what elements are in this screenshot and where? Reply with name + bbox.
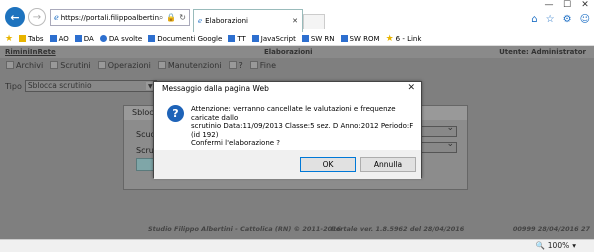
close-window-icon[interactable]: ✕	[576, 0, 594, 10]
favorite-item[interactable]: Documenti Google	[148, 35, 222, 43]
status-bar: 🔍 100% ▾	[0, 239, 594, 252]
star-icon: ★	[385, 33, 394, 44]
dialog-body: ? Attenzione: verranno cancellate le val…	[154, 96, 421, 150]
cancel-button[interactable]: Annulla	[360, 157, 416, 172]
tipo-select[interactable]: Sblocca scrutinio ▼	[24, 80, 157, 92]
browser-tab[interactable]: ℯ Elaborazioni ✕	[193, 9, 303, 32]
back-button[interactable]: ←	[5, 7, 25, 27]
wrench-icon	[157, 61, 166, 69]
minimize-icon[interactable]: —	[540, 0, 558, 10]
message-line: Attenzione: verranno cancellate le valut…	[191, 105, 396, 122]
zoom-control[interactable]: 🔍 100% ▾	[535, 241, 576, 250]
page-icon	[148, 35, 156, 42]
dialog-title: Messaggio dalla pagina Web	[162, 84, 269, 93]
zoom-icon: 🔍	[535, 241, 545, 250]
footer-right: 00999 28/04/2016 27	[512, 225, 590, 233]
maximize-icon[interactable]: ☐	[558, 0, 576, 10]
app-menu: Archivi Scrutini Operazioni Manutenzioni…	[0, 58, 594, 72]
tab-title: Elaborazioni	[205, 17, 248, 25]
ie-logo-icon: ℯ	[198, 17, 203, 25]
message-line: Confermi l'elaborazione ?	[191, 139, 281, 147]
favorites-star-icon[interactable]: ☆	[546, 14, 555, 25]
scrutinio-select[interactable]	[417, 139, 457, 153]
question-icon: ?	[167, 105, 184, 122]
app-name-link[interactable]: RiminiInRete	[5, 48, 56, 56]
browser-titlebar: ← → ℯ https://portali.filippoalbertin...…	[0, 0, 594, 32]
app-header: RiminiInRete Elaborazioni Utente: Admini…	[0, 46, 594, 58]
ok-button[interactable]: OK	[300, 157, 356, 172]
arrow-left-icon: ←	[10, 10, 20, 24]
page-icon	[251, 35, 259, 42]
favorite-item[interactable]: DA	[74, 35, 94, 43]
favorites-bar: ★ Tabs AO DA DA svolte Documenti Google …	[0, 32, 594, 46]
section-title: Elaborazioni	[264, 48, 313, 56]
dialog-buttons: OK Annulla	[154, 150, 421, 179]
favorite-item[interactable]: SW RN	[301, 35, 335, 43]
menu-item-operazioni[interactable]: Operazioni	[97, 61, 151, 70]
zoom-level: 100%	[547, 241, 570, 250]
favorite-item[interactable]: AO	[49, 35, 69, 43]
home-icon[interactable]: ⌂	[531, 14, 537, 25]
lock-icon[interactable]: 🔒	[166, 13, 176, 22]
tipo-label: Tipo	[5, 81, 22, 91]
exit-icon	[249, 61, 258, 69]
gear-icon	[97, 61, 106, 69]
page-icon	[49, 35, 57, 42]
chevron-down-icon: ▾	[572, 241, 576, 250]
forward-button[interactable]: →	[28, 8, 46, 26]
window-controls: — ☐ ✕	[540, 0, 594, 10]
address-url[interactable]: https://portali.filippoalbertin...	[61, 14, 159, 22]
favorite-item[interactable]: TT	[228, 35, 246, 43]
smiley-icon[interactable]: ☺	[580, 14, 590, 25]
favorite-item[interactable]: JavaScript	[251, 35, 296, 43]
help-icon	[228, 61, 237, 69]
menu-item-help[interactable]: ?	[228, 61, 243, 70]
message-line: scrutinio Data:11/09/2013 Classe:5 sez. …	[191, 122, 414, 139]
scuola-select[interactable]	[417, 123, 457, 137]
menu-item-fine[interactable]: Fine	[249, 61, 276, 70]
favorite-item[interactable]: Tabs	[19, 35, 44, 43]
search-icon[interactable]: ⌕	[159, 13, 163, 23]
menu-item-scrutini[interactable]: Scrutini	[50, 61, 91, 70]
footer-credits: Studio Filippo Albertini - Cattolica (RN…	[148, 225, 342, 233]
menu-item-manutenzioni[interactable]: Manutenzioni	[157, 61, 222, 70]
page-icon	[228, 35, 236, 42]
browser-tools: ⌂ ☆ ⚙ ☺	[531, 14, 590, 25]
user-label: Utente: Administrator	[499, 48, 586, 56]
favorite-item[interactable]: SW ROM	[340, 35, 380, 43]
page-icon	[74, 35, 82, 42]
menu-item-archivi[interactable]: Archivi	[6, 61, 43, 70]
favorites-star-icon[interactable]: ★	[5, 34, 13, 44]
grid-icon	[50, 61, 59, 69]
ie-logo-icon: ℯ	[54, 13, 59, 22]
favorite-item[interactable]: DA svolte	[99, 35, 142, 43]
address-bar[interactable]: ℯ https://portali.filippoalbertin... ⌕ 🔒…	[50, 9, 190, 26]
arrow-right-icon: →	[32, 11, 42, 23]
footer-version: Portale ver. 1.8.5962 del 28/04/2016	[331, 225, 465, 233]
page-icon	[340, 35, 348, 42]
favorite-item[interactable]: ★ 6 - Link	[386, 34, 422, 44]
close-tab-icon[interactable]: ✕	[292, 17, 298, 25]
tipo-row: Tipo Sblocca scrutinio ▼	[5, 80, 157, 92]
refresh-icon[interactable]: ↻	[179, 13, 186, 22]
settings-gear-icon[interactable]: ⚙	[563, 14, 572, 25]
page-footer: Studio Filippo Albertini - Cattolica (RN…	[0, 222, 594, 236]
new-tab-button[interactable]	[303, 14, 325, 29]
dialog-message: Attenzione: verranno cancellate le valut…	[191, 105, 417, 148]
folder-icon	[19, 35, 27, 42]
gear-icon	[99, 35, 107, 42]
message-dialog: Messaggio dalla pagina Web ✕ ? Attenzion…	[153, 81, 422, 179]
page-icon	[301, 35, 309, 42]
archive-icon	[6, 61, 14, 69]
close-icon[interactable]: ✕	[407, 83, 415, 93]
